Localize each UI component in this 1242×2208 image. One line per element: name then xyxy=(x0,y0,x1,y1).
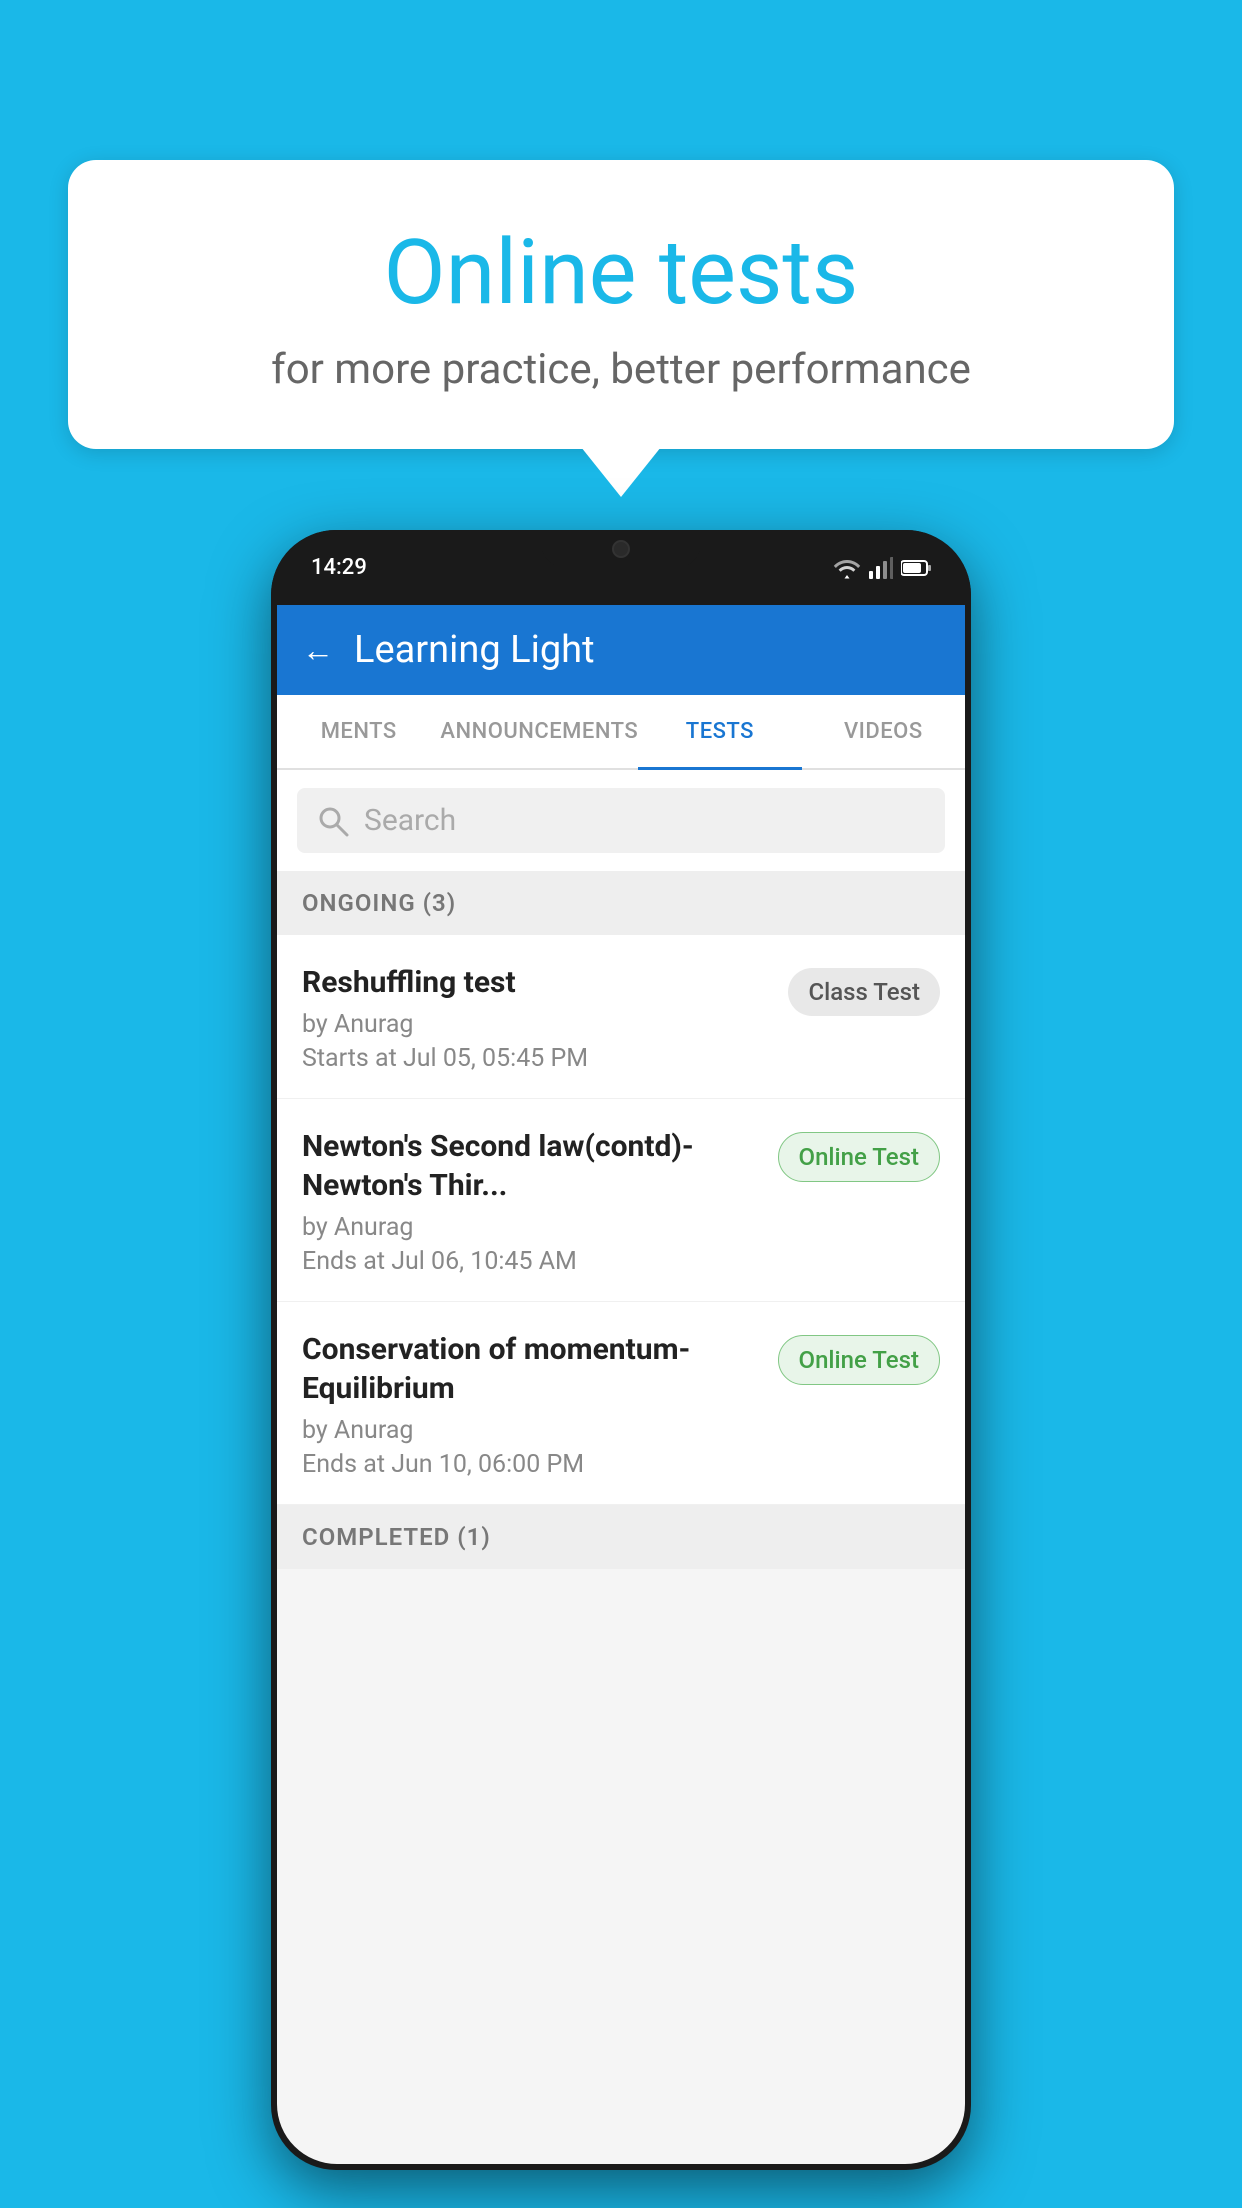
app-title: Learning Light xyxy=(354,628,595,672)
completed-section-header: COMPLETED (1) xyxy=(277,1505,965,1569)
tab-videos[interactable]: VIDEOS xyxy=(802,695,965,768)
completed-section-title: COMPLETED (1) xyxy=(302,1523,491,1551)
test-name: Reshuffling test xyxy=(302,963,768,1002)
test-date: Starts at Jul 05, 05:45 PM xyxy=(302,1044,768,1073)
test-item[interactable]: Conservation of momentum-Equilibrium by … xyxy=(277,1302,965,1505)
test-badge: Online Test xyxy=(778,1132,940,1182)
back-button[interactable]: ← xyxy=(302,631,334,669)
test-date: Ends at Jul 06, 10:45 AM xyxy=(302,1247,758,1276)
wifi-icon xyxy=(833,557,861,579)
tab-announcements[interactable]: ANNOUNCEMENTS xyxy=(440,695,638,768)
test-info: Conservation of momentum-Equilibrium by … xyxy=(302,1330,778,1479)
status-time: 14:29 xyxy=(311,555,367,580)
search-container: Search xyxy=(277,770,965,871)
test-badge: Class Test xyxy=(788,968,940,1016)
test-list: Reshuffling test by Anurag Starts at Jul… xyxy=(277,935,965,1505)
phone-notch: 14:29 xyxy=(271,530,971,605)
battery-icon xyxy=(901,559,931,577)
notch-bump xyxy=(541,530,701,568)
test-item[interactable]: Reshuffling test by Anurag Starts at Jul… xyxy=(277,935,965,1099)
test-name: Conservation of momentum-Equilibrium xyxy=(302,1330,758,1408)
search-icon xyxy=(317,805,349,837)
bubble-title: Online tests xyxy=(118,220,1124,325)
bubble-subtitle: for more practice, better performance xyxy=(118,345,1124,394)
app-header: ← Learning Light xyxy=(277,605,965,695)
test-info: Reshuffling test by Anurag Starts at Jul… xyxy=(302,963,788,1073)
test-item[interactable]: Newton's Second law(contd)-Newton's Thir… xyxy=(277,1099,965,1302)
phone-frame: 14:29 xyxy=(271,530,971,2170)
search-bar[interactable]: Search xyxy=(297,788,945,853)
camera-dot xyxy=(612,540,630,558)
tab-tests[interactable]: TESTS xyxy=(638,695,801,768)
tab-ments[interactable]: MENTS xyxy=(277,695,440,768)
phone-screen: ← Learning Light MENTS ANNOUNCEMENTS TES… xyxy=(277,605,965,2164)
speech-bubble: Online tests for more practice, better p… xyxy=(68,160,1174,449)
signal-icon xyxy=(869,557,893,579)
search-input-placeholder: Search xyxy=(364,803,456,838)
ongoing-section-header: ONGOING (3) xyxy=(277,871,965,935)
test-name: Newton's Second law(contd)-Newton's Thir… xyxy=(302,1127,758,1205)
test-author: by Anurag xyxy=(302,1416,758,1445)
test-author: by Anurag xyxy=(302,1213,758,1242)
test-info: Newton's Second law(contd)-Newton's Thir… xyxy=(302,1127,778,1276)
tabs-bar: MENTS ANNOUNCEMENTS TESTS VIDEOS xyxy=(277,695,965,770)
test-date: Ends at Jun 10, 06:00 PM xyxy=(302,1450,758,1479)
test-author: by Anurag xyxy=(302,1010,768,1039)
status-icons xyxy=(833,557,931,579)
ongoing-section-title: ONGOING (3) xyxy=(302,889,456,917)
test-badge: Online Test xyxy=(778,1335,940,1385)
